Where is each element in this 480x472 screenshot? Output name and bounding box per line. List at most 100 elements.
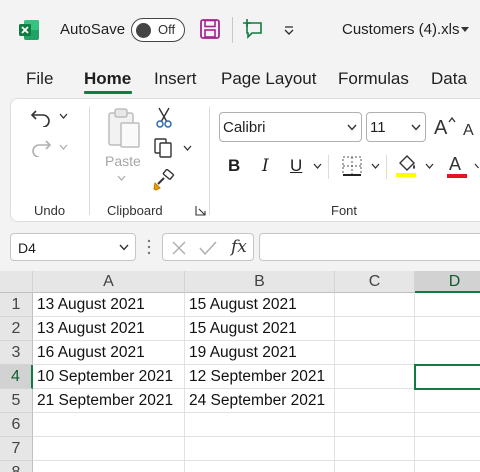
cell-c7[interactable] xyxy=(335,437,415,461)
borders-icon[interactable] xyxy=(341,155,363,177)
cell-b1[interactable]: 15 August 2021 xyxy=(185,293,335,317)
font-color-icon[interactable]: A xyxy=(446,152,470,180)
name-box[interactable]: D4 xyxy=(10,233,136,261)
undo-dropdown-icon[interactable] xyxy=(59,113,68,120)
italic-button[interactable]: I xyxy=(262,156,269,176)
copy-dropdown-icon[interactable] xyxy=(183,145,192,152)
row-header-7[interactable]: 7 xyxy=(0,437,33,461)
formula-input[interactable] xyxy=(259,233,480,261)
new-comment-icon[interactable] xyxy=(243,19,265,39)
save-icon[interactable] xyxy=(199,18,221,40)
cell-c8[interactable] xyxy=(335,461,415,472)
document-title[interactable]: Customers (4).xls xyxy=(342,21,460,38)
cell-c1[interactable] xyxy=(335,293,415,317)
cell-a6[interactable] xyxy=(33,413,185,437)
insert-function-button[interactable]: fx xyxy=(231,237,247,257)
row-header-3[interactable]: 3 xyxy=(0,341,33,365)
cell-d2[interactable] xyxy=(415,317,480,341)
row-header-8[interactable]: 8 xyxy=(0,461,33,472)
cell-d8[interactable] xyxy=(415,461,480,472)
font-size-select[interactable]: 11 xyxy=(366,112,426,142)
cell-a2[interactable]: 13 August 2021 xyxy=(33,317,185,341)
cell-a5[interactable]: 21 September 2021 xyxy=(33,389,185,413)
title-separator xyxy=(232,17,233,43)
autosave-label: AutoSave xyxy=(60,21,126,38)
chevron-down-icon[interactable] xyxy=(460,26,470,34)
cell-c6[interactable] xyxy=(335,413,415,437)
paste-label[interactable]: Paste xyxy=(105,153,141,169)
undo-group-label: Undo xyxy=(34,203,66,218)
bold-button[interactable]: B xyxy=(228,156,240,176)
decrease-font-size-icon[interactable]: A xyxy=(463,119,480,137)
cell-b7[interactable] xyxy=(185,437,335,461)
cell-b4[interactable]: 12 September 2021 xyxy=(185,365,335,389)
worksheet-grid[interactable]: A B C D 1 2 3 4 5 6 7 8 13 August 2021 1… xyxy=(0,271,480,472)
increase-font-size-icon[interactable]: A xyxy=(433,115,457,137)
paste-dropdown-icon[interactable] xyxy=(117,175,126,182)
column-header-c[interactable]: C xyxy=(335,271,415,293)
fill-color-dropdown-icon[interactable] xyxy=(425,163,434,170)
cell-d7[interactable] xyxy=(415,437,480,461)
redo-dropdown-icon[interactable] xyxy=(59,144,68,151)
borders-dropdown-icon[interactable] xyxy=(371,163,380,170)
column-header-d[interactable]: D xyxy=(415,271,480,293)
column-header-a[interactable]: A xyxy=(33,271,185,293)
cell-a7[interactable] xyxy=(33,437,185,461)
underline-dropdown-icon[interactable] xyxy=(313,163,322,170)
tab-file[interactable]: File xyxy=(26,69,53,89)
cell-a1[interactable]: 13 August 2021 xyxy=(33,293,185,317)
column-header-b[interactable]: B xyxy=(185,271,335,293)
row-header-5[interactable]: 5 xyxy=(0,389,33,413)
chevron-down-icon xyxy=(119,244,129,251)
row-header-4[interactable]: 4 xyxy=(0,365,33,389)
cell-c2[interactable] xyxy=(335,317,415,341)
cell-b5[interactable]: 24 September 2021 xyxy=(185,389,335,413)
cell-d6[interactable] xyxy=(415,413,480,437)
cut-icon[interactable] xyxy=(155,107,173,129)
cell-c4[interactable] xyxy=(335,365,415,389)
cell-c3[interactable] xyxy=(335,341,415,365)
fill-color-icon[interactable] xyxy=(395,153,419,179)
formula-bar-grip-icon[interactable] xyxy=(147,238,151,256)
cell-a8[interactable] xyxy=(33,461,185,472)
cell-d3[interactable] xyxy=(415,341,480,365)
cell-d1[interactable] xyxy=(415,293,480,317)
cell-b6[interactable] xyxy=(185,413,335,437)
customize-qat-icon[interactable] xyxy=(281,22,297,38)
font-color-dropdown-icon[interactable] xyxy=(474,163,480,170)
cell-a4[interactable]: 10 September 2021 xyxy=(33,365,185,389)
formula-tools: fx xyxy=(162,233,254,261)
redo-icon[interactable] xyxy=(30,137,52,157)
cell-b3[interactable]: 19 August 2021 xyxy=(185,341,335,365)
svg-text:A: A xyxy=(463,122,474,137)
cell-a3[interactable]: 16 August 2021 xyxy=(33,341,185,365)
svg-text:A: A xyxy=(434,117,448,137)
format-painter-icon[interactable] xyxy=(153,169,175,191)
copy-icon[interactable] xyxy=(153,137,175,159)
font-name-select[interactable]: Calibri xyxy=(219,112,362,142)
cell-d5[interactable] xyxy=(415,389,480,413)
undo-icon[interactable] xyxy=(30,107,52,127)
font-separator xyxy=(386,155,387,179)
tab-data[interactable]: Data xyxy=(431,69,467,89)
tab-page-layout[interactable]: Page Layout xyxy=(221,69,316,89)
cell-b8[interactable] xyxy=(185,461,335,472)
cell-b2[interactable]: 15 August 2021 xyxy=(185,317,335,341)
row-header-6[interactable]: 6 xyxy=(0,413,33,437)
tab-home[interactable]: Home xyxy=(84,69,131,89)
group-separator xyxy=(209,107,210,215)
row-header-1[interactable]: 1 xyxy=(0,293,33,317)
dialog-launcher-icon[interactable] xyxy=(195,205,206,216)
enter-icon[interactable] xyxy=(199,240,217,256)
title-bar: AutoSave Off Customers (4).xls xyxy=(0,0,480,60)
paste-icon[interactable] xyxy=(107,107,141,149)
cell-d4-selected[interactable] xyxy=(414,364,480,390)
cell-c5[interactable] xyxy=(335,389,415,413)
row-header-2[interactable]: 2 xyxy=(0,317,33,341)
select-all-corner[interactable] xyxy=(0,271,33,293)
tab-formulas[interactable]: Formulas xyxy=(338,69,409,89)
cancel-icon[interactable] xyxy=(171,240,187,256)
autosave-toggle[interactable]: Off xyxy=(131,18,185,42)
underline-button[interactable]: U xyxy=(290,156,302,176)
tab-insert[interactable]: Insert xyxy=(154,69,197,89)
